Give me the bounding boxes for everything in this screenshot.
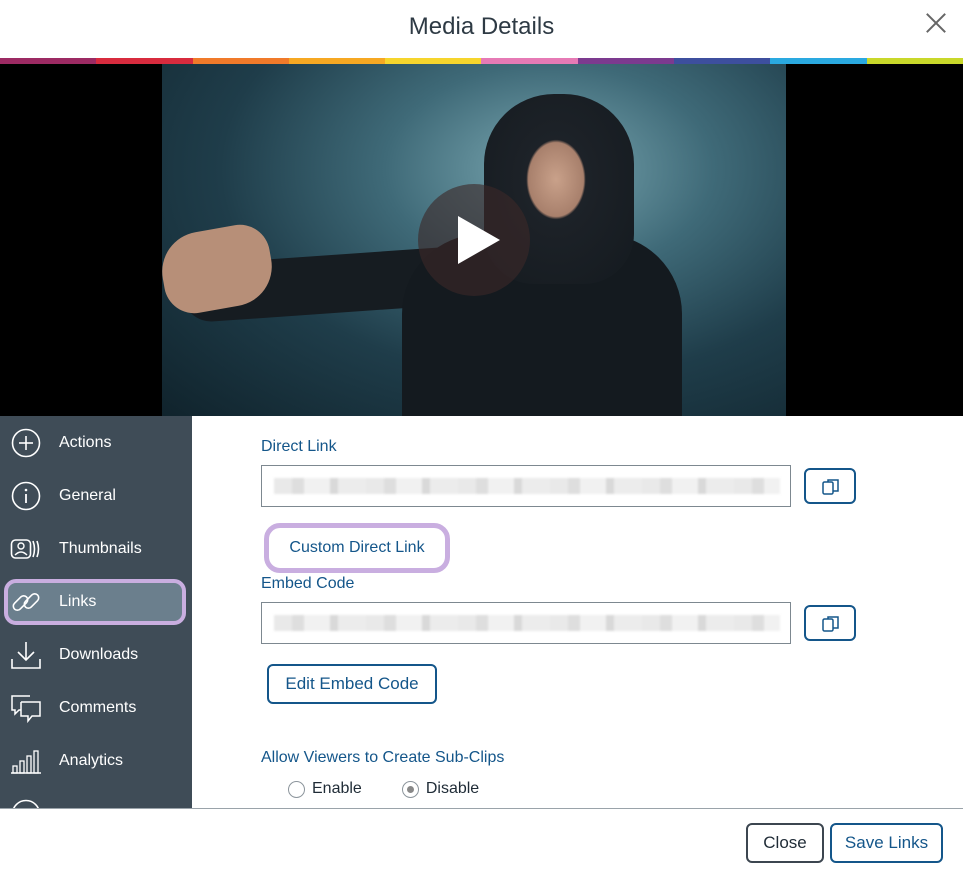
sidebar-item-links[interactable]: Links	[0, 575, 192, 628]
copy-icon	[822, 479, 839, 495]
subclips-options: Enable Disable	[288, 780, 519, 798]
info-icon	[11, 481, 41, 511]
copy-embed-code-button[interactable]	[804, 605, 856, 641]
sidebar-item-analytics[interactable]: Analytics	[0, 734, 192, 787]
sidebar-item-label: Actions	[59, 433, 112, 451]
edit-embed-code-button[interactable]: Edit Embed Code	[267, 664, 437, 704]
enable-radio[interactable]	[288, 780, 305, 798]
direct-link-label: Direct Link	[261, 438, 337, 455]
custom-direct-link-button[interactable]: Custom Direct Link	[264, 523, 450, 573]
close-button[interactable]: Close	[746, 823, 824, 863]
redacted-embed-code	[274, 615, 780, 631]
embed-code-label: Embed Code	[261, 575, 355, 592]
sidebar-item-comments[interactable]: Comments	[0, 681, 192, 734]
circle-icon	[13, 799, 39, 808]
sidebar-item-label: Analytics	[59, 751, 124, 769]
subclips-label: Allow Viewers to Create Sub-Clips	[261, 749, 505, 766]
download-icon	[11, 642, 41, 669]
sidebar-item-downloads[interactable]: Downloads	[0, 628, 192, 681]
video-player[interactable]	[0, 64, 963, 416]
copy-direct-link-button[interactable]	[804, 468, 856, 504]
thumbnails-icon	[10, 539, 40, 559]
analytics-icon	[11, 750, 41, 774]
plus-circle-icon	[11, 428, 41, 458]
enable-label: Enable	[312, 780, 362, 797]
comments-icon	[11, 695, 41, 724]
sidebar-item-label: Thumbnails	[59, 539, 142, 557]
save-links-button[interactable]: Save Links	[830, 823, 943, 863]
sidebar-item-label: Downloads	[59, 645, 139, 663]
copy-icon	[822, 616, 839, 632]
disable-label: Disable	[425, 780, 480, 797]
sidebar-item-label: Comments	[59, 698, 137, 716]
close-icon[interactable]	[925, 12, 947, 34]
sidebar-item-more[interactable]	[0, 787, 192, 808]
sidebar-item-actions[interactable]: Actions	[0, 416, 192, 469]
direct-link-field[interactable]	[261, 465, 791, 507]
sidebar-item-thumbnails[interactable]: Thumbnails	[0, 522, 192, 575]
disable-radio[interactable]	[401, 780, 419, 798]
dialog-header: Media Details	[0, 0, 963, 58]
sidebar-item-general[interactable]: General	[0, 469, 192, 522]
play-button[interactable]	[418, 184, 530, 296]
dialog-title: Media Details	[408, 13, 555, 40]
sidebar-item-label: General	[59, 486, 116, 504]
dialog-footer: Close Save Links	[0, 808, 963, 871]
video-frame	[162, 64, 786, 416]
link-icon	[12, 593, 40, 611]
sidebar-item-label: Links	[59, 592, 97, 610]
sidebar: Actions General Thumbnails Links Downloa…	[0, 416, 192, 808]
embed-code-field[interactable]	[261, 602, 791, 644]
links-panel: Direct Link Custom Direct Link Embed Cod…	[192, 416, 963, 808]
redacted-link	[274, 478, 780, 494]
